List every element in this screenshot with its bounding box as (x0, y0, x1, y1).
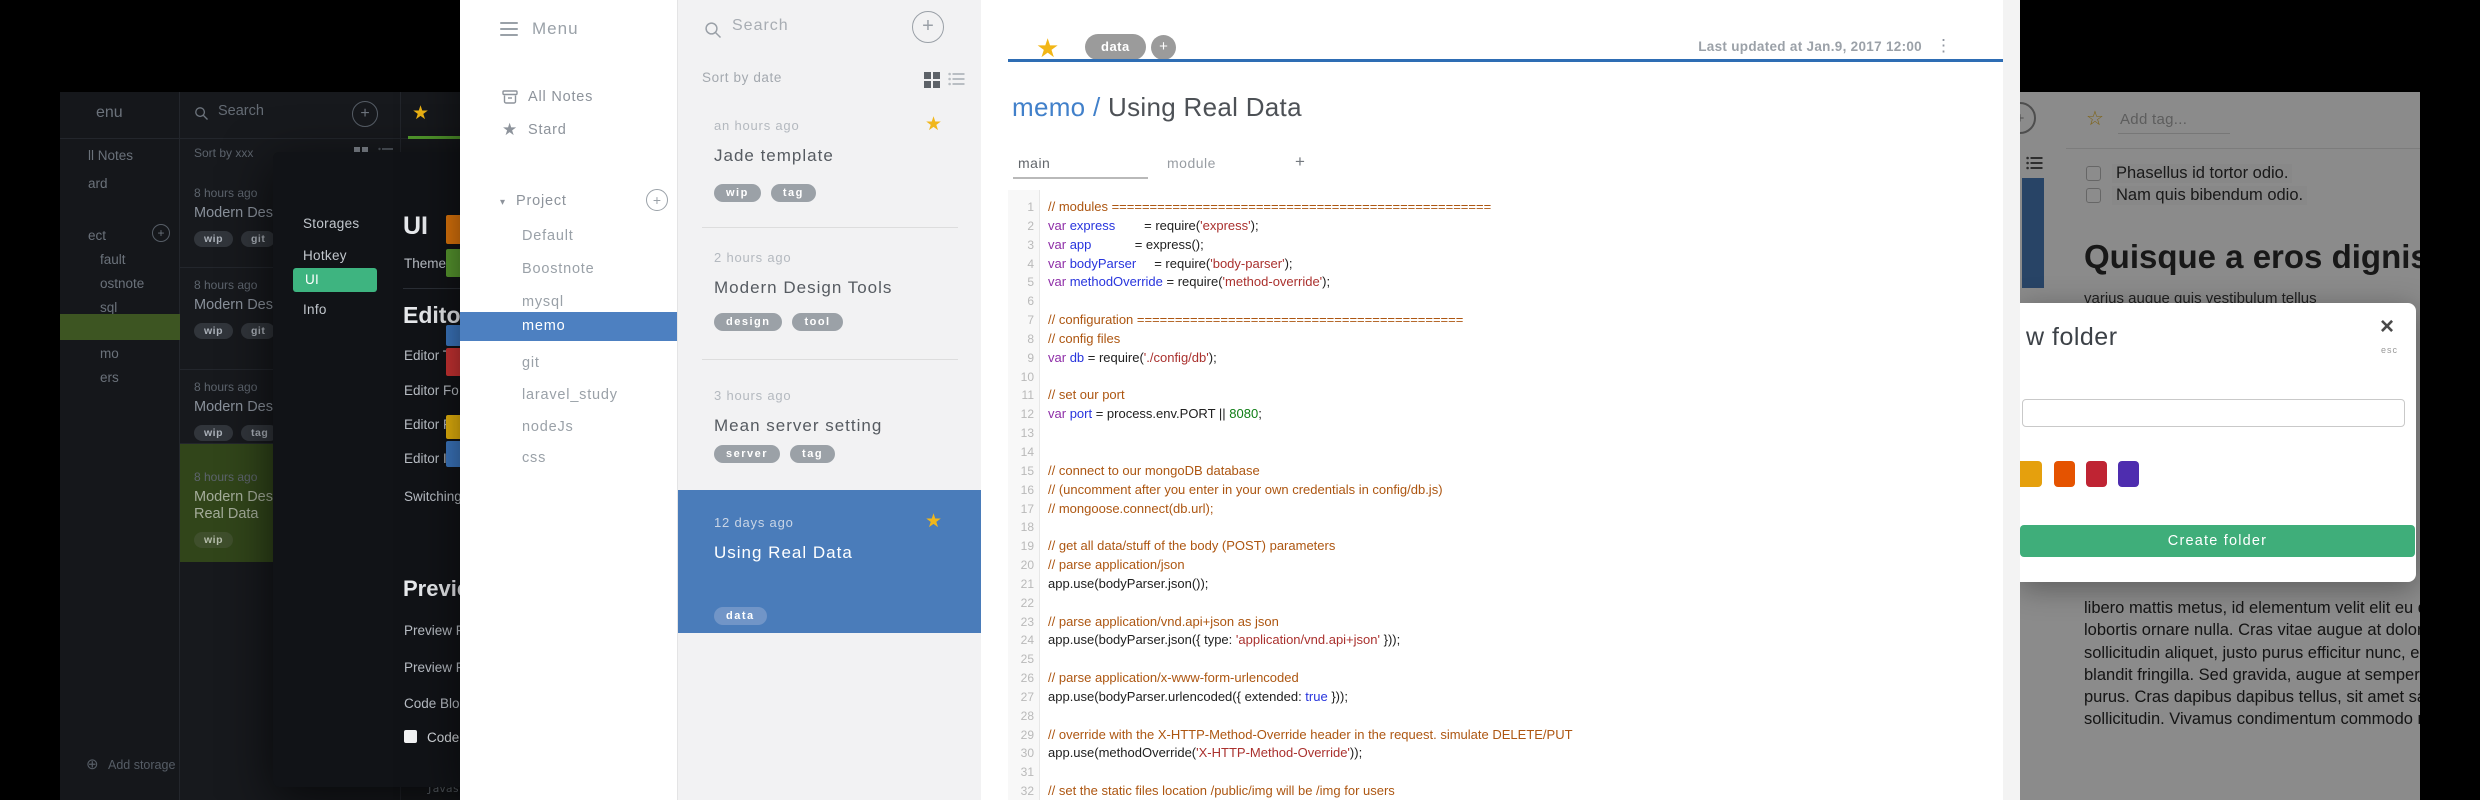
folder-color-swatch[interactable] (2020, 461, 2042, 487)
sidebar-folder-git[interactable]: git (522, 355, 540, 371)
note-title-text[interactable]: Using Real Data (1108, 92, 1302, 122)
code-line[interactable]: 18 (1008, 518, 2003, 537)
accent-divider (1008, 59, 2003, 62)
code-line[interactable]: 25 (1008, 650, 2003, 669)
sidebar-folder-css[interactable]: css (522, 450, 546, 466)
code-line[interactable]: 20// parse application/json (1008, 556, 2003, 575)
note-title: Jade template (714, 146, 834, 165)
sidebar-folder-nodeJs[interactable]: nodeJs (522, 419, 574, 435)
star-icon[interactable]: ★ (412, 102, 429, 125)
active-tab-underline (408, 136, 460, 139)
code-line[interactable]: 5 var methodOverride = require('method-ov… (1008, 273, 2003, 292)
code-editor[interactable]: 1// modules ============================… (1008, 190, 2003, 800)
code-line[interactable]: 10 (1008, 368, 2003, 387)
code-line[interactable]: 1// modules ============================… (1008, 198, 2003, 217)
note-time: an hours ago (714, 118, 800, 133)
note-tag-badge[interactable]: data (1085, 34, 1146, 60)
note-title: Using Real Data (714, 543, 853, 562)
code-line[interactable]: 21 app.use(bodyParser.json()); (1008, 575, 2003, 594)
add-tag-icon[interactable]: + (1151, 35, 1176, 60)
code-lines: 1// modules ============================… (1008, 198, 2003, 800)
code-line[interactable]: 9 var db = require('./config/db'); (1008, 349, 2003, 368)
code-line[interactable]: 11// set our port (1008, 386, 2003, 405)
code-line[interactable]: 13 (1008, 424, 2003, 443)
note-list-pane: + Sort by date an hours ago★Jade templat… (677, 0, 982, 800)
code-line[interactable]: 30 app.use(methodOverride('X-HTTP-Method-… (1008, 744, 2003, 763)
code-line[interactable]: 28 (1008, 707, 2003, 726)
folder-color-swatch[interactable] (2118, 461, 2139, 487)
active-tab-underline (1013, 177, 1148, 179)
sidebar-folder-laravel_study[interactable]: laravel_study (522, 387, 618, 403)
note-title: memo / Using Real Data (1012, 92, 1302, 123)
code-line[interactable]: 26// parse application/x-www-form-urlenc… (1008, 669, 2003, 688)
code-line[interactable]: 3 var app = express(); (1008, 236, 2003, 255)
code-line[interactable]: 24 app.use(bodyParser.json({ type: 'appli… (1008, 631, 2003, 650)
tab-main[interactable]: main (1018, 155, 1050, 171)
note-time: 2 hours ago (714, 250, 792, 265)
code-line[interactable]: 6 (1008, 292, 2003, 311)
folder-color-swatch[interactable] (2054, 461, 2075, 487)
stage: enu ll Notes ard fault ostnote sql mo ers ect … (0, 0, 2480, 800)
note-card[interactable]: 12 days ago ★ Using Real Data data (678, 490, 982, 633)
folder-color-swatch[interactable] (2086, 461, 2107, 487)
code-line[interactable]: 16// (uncomment after you enter in your … (1008, 481, 2003, 500)
tab-module[interactable]: module (1167, 155, 1216, 171)
editor-pane: ★ data + Last updated at Jan.9, 2017 12:… (981, 0, 2020, 800)
note-card[interactable]: 2 hours ago Modern Design Tools design tool (678, 228, 982, 360)
sidebar-folder-memo[interactable]: memo (460, 312, 677, 341)
note-time: 3 hours ago (714, 388, 792, 403)
main-sidebar: Menu All Notes ★ Stard ▾ Project + Defau… (460, 0, 677, 800)
breadcrumb-folder[interactable]: memo (1012, 92, 1085, 122)
main-window: Menu All Notes ★ Stard ▾ Project + Defau… (460, 0, 2020, 800)
right-window: + ☆ Add tag... Phasellus id tortor odio.… (2020, 92, 2420, 800)
note-card[interactable]: an hours ago ★ Jade template wip tag (678, 105, 982, 228)
note-tags: server tag (714, 444, 845, 463)
star-icon[interactable]: ★ (925, 113, 942, 136)
code-line[interactable]: 27 app.use(bodyParser.urlencoded({ extend… (1008, 688, 2003, 707)
code-line[interactable]: 2 var express = require('express'); (1008, 217, 2003, 236)
code-line[interactable]: 14 (1008, 443, 2003, 462)
folder-list: Default Boostnote mysql memo git laravel_stud… (460, 0, 677, 800)
code-line[interactable]: 8// config files (1008, 330, 2003, 349)
create-folder-button[interactable]: Create folder (2020, 525, 2415, 557)
sidebar-folder-mysql[interactable]: mysql (522, 294, 564, 310)
note-tags: design tool (714, 312, 853, 331)
note-list: an hours ago ★ Jade template wip tag 2 hours … (678, 0, 982, 800)
code-line[interactable]: 15// connect to our mongoDB database (1008, 462, 2003, 481)
add-storage-button[interactable]: Add storage (108, 758, 175, 772)
code-line[interactable]: 22 (1008, 594, 2003, 613)
code-line[interactable]: 32// set the static files location /publ… (1008, 782, 2003, 800)
code-line[interactable]: 29// override with the X-HTTP-Method-Ove… (1008, 726, 2003, 745)
star-icon[interactable]: ★ (925, 510, 942, 533)
storage-icon: ⊕ (86, 756, 99, 773)
note-time: 12 days ago (714, 515, 794, 530)
last-updated-label: Last updated at Jan.9, 2017 12:00 (1698, 39, 1922, 54)
note-title: Mean server setting (714, 416, 883, 435)
kebab-menu-icon[interactable]: ⋮ (1935, 36, 1952, 56)
sidebar-folder-Boostnote[interactable]: Boostnote (522, 261, 595, 277)
code-line[interactable]: 4 var bodyParser = require('body-parser')… (1008, 255, 2003, 274)
breadcrumb-separator: / (1085, 92, 1109, 122)
note-tags: wip tag (714, 183, 826, 202)
note-card[interactable]: 3 hours ago Mean server setting server tag (678, 360, 982, 490)
code-line[interactable]: 19// get all data/stuff of the body (POS… (1008, 537, 2003, 556)
code-line[interactable]: 7// configuration ======================… (1008, 311, 2003, 330)
note-title: Modern Design Tools (714, 278, 893, 297)
note-tags: data (714, 606, 777, 625)
code-line[interactable]: 17// mongoose.connect(db.url); (1008, 500, 2003, 519)
code-line[interactable]: 23// parse application/vnd.api+json as j… (1008, 613, 2003, 632)
code-line[interactable]: 31 (1008, 763, 2003, 782)
code-line[interactable]: 12 var port = process.env.PORT || 8080; (1008, 405, 2003, 424)
new-folder-dialog: w folder × esc Create folder (2020, 303, 2416, 582)
sidebar-folder-Default[interactable]: Default (522, 228, 574, 244)
add-tab-button[interactable]: + (1295, 152, 1305, 172)
editor-margin (2003, 0, 2020, 800)
